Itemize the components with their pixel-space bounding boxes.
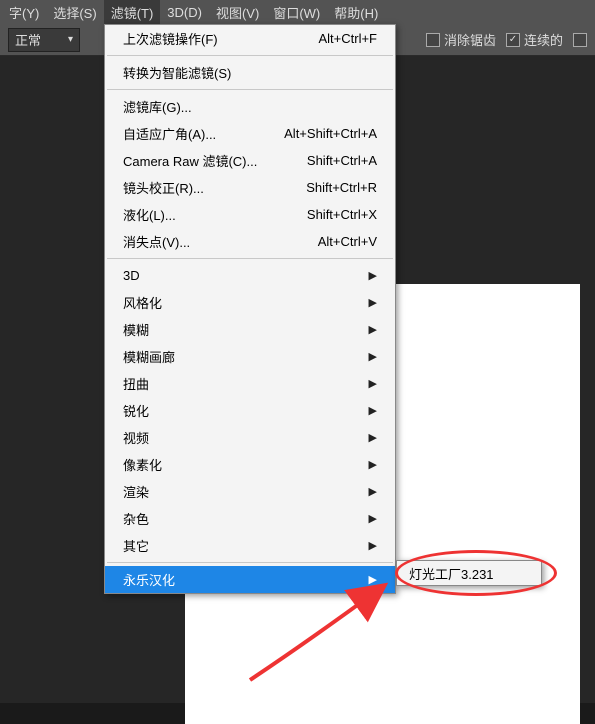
menu-camera-raw[interactable]: Camera Raw 滤镜(C)... Shift+Ctrl+A [105, 147, 395, 174]
contiguous-label: 连续的 [524, 30, 563, 49]
submenu-arrow-icon: ▶ [369, 539, 377, 552]
submenu-arrow-icon: ▶ [369, 269, 377, 282]
menu-sharpen-submenu[interactable]: 锐化 ▶ [105, 397, 395, 424]
menu-stylize-submenu[interactable]: 风格化 ▶ [105, 289, 395, 316]
menu-item-label: 锐化 [123, 401, 149, 420]
menu-item-shortcut: Shift+Ctrl+A [307, 153, 377, 168]
menu-separator [107, 55, 393, 56]
checkbox-checked-icon [506, 33, 520, 47]
menu-item-label: 风格化 [123, 293, 162, 312]
menu-item-label: 永乐汉化 [123, 570, 175, 589]
menu-item-label: 3D [123, 268, 140, 283]
partial-option[interactable] [573, 33, 587, 47]
menu-vanishing-point[interactable]: 消失点(V)... Alt+Ctrl+V [105, 228, 395, 255]
menu-item-label: 其它 [123, 536, 149, 555]
submenu-arrow-icon: ▶ [369, 573, 377, 586]
menu-item-label: 视频 [123, 428, 149, 447]
menu-item-shortcut: Shift+Ctrl+X [307, 207, 377, 222]
menu-separator [107, 562, 393, 563]
menu-item-shortcut: Alt+Ctrl+F [318, 31, 377, 46]
menu-adaptive-wide-angle[interactable]: 自适应广角(A)... Alt+Shift+Ctrl+A [105, 120, 395, 147]
menu-liquify[interactable]: 液化(L)... Shift+Ctrl+X [105, 201, 395, 228]
menu-item-label: 滤镜库(G)... [123, 97, 192, 116]
submenu-arrow-icon: ▶ [369, 323, 377, 336]
menu-item-label: 镜头校正(R)... [123, 178, 204, 197]
antialias-label: 消除锯齿 [444, 30, 496, 49]
submenu-arrow-icon: ▶ [369, 431, 377, 444]
menu-view[interactable]: 视图(V) [209, 0, 266, 25]
chevron-down-icon: ▾ [68, 34, 73, 45]
menubar: 字(Y) 选择(S) 滤镜(T) 3D(D) 视图(V) 窗口(W) 帮助(H) [0, 0, 595, 24]
menu-item-label: 自适应广角(A)... [123, 124, 216, 143]
submenu-item-light-factory[interactable]: 灯光工厂3.231 [409, 564, 494, 583]
blend-mode-label: 正常 [15, 30, 41, 49]
menu-distort-submenu[interactable]: 扭曲 ▶ [105, 370, 395, 397]
menu-video-submenu[interactable]: 视频 ▶ [105, 424, 395, 451]
menu-yongle-submenu[interactable]: 永乐汉化 ▶ [105, 566, 395, 593]
menu-noise-submenu[interactable]: 杂色 ▶ [105, 505, 395, 532]
menu-select[interactable]: 选择(S) [46, 0, 103, 25]
menu-filter-gallery[interactable]: 滤镜库(G)... [105, 93, 395, 120]
menu-item-label: 模糊 [123, 320, 149, 339]
menu-separator [107, 89, 393, 90]
menu-item-shortcut: Alt+Shift+Ctrl+A [284, 126, 377, 141]
menu-type[interactable]: 字(Y) [2, 0, 46, 25]
menu-lens-correction[interactable]: 镜头校正(R)... Shift+Ctrl+R [105, 174, 395, 201]
submenu-arrow-icon: ▶ [369, 350, 377, 363]
menu-blur-submenu[interactable]: 模糊 ▶ [105, 316, 395, 343]
menu-window[interactable]: 窗口(W) [266, 0, 327, 25]
submenu-arrow-icon: ▶ [369, 296, 377, 309]
menu-item-label: 渲染 [123, 482, 149, 501]
menu-separator [107, 258, 393, 259]
menu-item-label: 转换为智能滤镜(S) [123, 63, 231, 82]
menu-item-label: 消失点(V)... [123, 232, 190, 251]
menu-filter[interactable]: 滤镜(T) [104, 0, 161, 25]
menu-other-submenu[interactable]: 其它 ▶ [105, 532, 395, 559]
menu-item-shortcut: Alt+Ctrl+V [318, 234, 377, 249]
filter-menu: 上次滤镜操作(F) Alt+Ctrl+F 转换为智能滤镜(S) 滤镜库(G)..… [104, 24, 396, 594]
checkbox-icon [573, 33, 587, 47]
menu-item-label: 像素化 [123, 455, 162, 474]
menu-pixelate-submenu[interactable]: 像素化 ▶ [105, 451, 395, 478]
menu-item-label: 模糊画廊 [123, 347, 175, 366]
menu-3d-submenu[interactable]: 3D ▶ [105, 262, 395, 289]
submenu-arrow-icon: ▶ [369, 512, 377, 525]
menu-help[interactable]: 帮助(H) [327, 0, 385, 25]
submenu-arrow-icon: ▶ [369, 485, 377, 498]
submenu-arrow-icon: ▶ [369, 458, 377, 471]
submenu-arrow-icon: ▶ [369, 377, 377, 390]
menu-item-label: 上次滤镜操作(F) [123, 29, 218, 48]
menu-item-label: 液化(L)... [123, 205, 176, 224]
menu-convert-smart-filter[interactable]: 转换为智能滤镜(S) [105, 59, 395, 86]
antialias-option[interactable]: 消除锯齿 [426, 30, 496, 49]
contiguous-option[interactable]: 连续的 [506, 30, 563, 49]
checkbox-icon [426, 33, 440, 47]
menu-item-label: 扭曲 [123, 374, 149, 393]
menu-item-label: 杂色 [123, 509, 149, 528]
submenu-arrow-icon: ▶ [369, 404, 377, 417]
menu-render-submenu[interactable]: 渲染 ▶ [105, 478, 395, 505]
yongle-submenu-panel: 灯光工厂3.231 [396, 560, 542, 586]
menu-3d[interactable]: 3D(D) [160, 2, 209, 23]
menu-last-filter[interactable]: 上次滤镜操作(F) Alt+Ctrl+F [105, 25, 395, 52]
blend-mode-dropdown[interactable]: 正常 ▾ [8, 28, 80, 52]
menu-item-shortcut: Shift+Ctrl+R [306, 180, 377, 195]
menu-blur-gallery-submenu[interactable]: 模糊画廊 ▶ [105, 343, 395, 370]
menu-item-label: Camera Raw 滤镜(C)... [123, 151, 257, 170]
